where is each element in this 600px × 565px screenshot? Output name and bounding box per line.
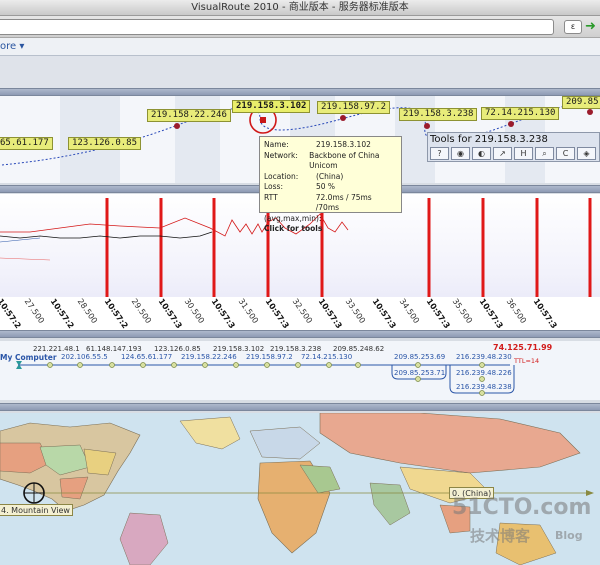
watermark-blog: Blog xyxy=(555,529,583,542)
hop-label-selected[interactable]: 219.158.3.102 xyxy=(232,100,311,113)
search-tool-icon[interactable]: ⌕ xyxy=(535,147,554,160)
hop-label[interactable]: 219.158.22.246 xyxy=(147,109,231,122)
path-section-header[interactable] xyxy=(0,330,600,338)
mini-select[interactable]: ε xyxy=(564,20,582,34)
ttl-badge: TTL=14 xyxy=(514,357,540,365)
tooltip-key: Location: xyxy=(264,171,299,181)
path-ip[interactable]: 219.158.3.238 xyxy=(270,345,321,353)
time-tick-label: 10:57:3 xyxy=(370,297,398,331)
network-tool-icon[interactable]: ◐ xyxy=(472,147,491,160)
tooltip-value: 50 % xyxy=(316,182,336,191)
map-source-label[interactable]: 4. Mountain View xyxy=(0,504,73,516)
watermark-site: 51CTO.com xyxy=(452,495,592,520)
hop-tooltip: Name: 219.158.3.102 Network: Backbone of C… xyxy=(259,136,402,233)
path-ip[interactable]: 216.239.48.230 xyxy=(456,353,512,361)
menubar: ore ▾ xyxy=(0,38,600,56)
map-section-header[interactable] xyxy=(0,403,600,411)
tools-panel: Tools for 219.158.3.238 ? ◉ ◐ ↗ H ⌕ C ◈ xyxy=(427,132,600,162)
path-ip[interactable]: 209.85.253.71 xyxy=(394,369,445,377)
hop-label[interactable]: 123.126.0.85 xyxy=(68,137,142,150)
tooltip-value: (China) xyxy=(316,171,344,181)
address-input[interactable] xyxy=(0,19,554,35)
time-tick-label: 10:57:3 xyxy=(424,297,452,331)
time-tick-label: 36.500 xyxy=(504,297,529,326)
target-ip[interactable]: 74.125.71.99 xyxy=(493,343,552,352)
go-arrow-icon[interactable]: ➜ xyxy=(585,20,600,34)
path-ip[interactable]: 219.158.22.246 xyxy=(181,353,237,361)
world-map[interactable]: 4. Mountain View 0. (China) 51CTO.com 技术… xyxy=(0,413,600,565)
empty-band xyxy=(0,56,600,88)
copy-tool-icon[interactable]: C xyxy=(556,147,575,160)
time-tick-label: 31.500 xyxy=(236,297,261,326)
globe-tool-icon[interactable]: ◉ xyxy=(451,147,470,160)
time-tick-label: 35.500 xyxy=(451,297,475,326)
window-title: VisualRoute 2010 - 商业版本 - 服务器标准版本 xyxy=(0,0,600,16)
path-ip[interactable]: 221.221.48.1 xyxy=(33,345,80,353)
route-section-header[interactable] xyxy=(0,88,600,96)
path-ip[interactable]: 216.239.48.226 xyxy=(456,369,512,377)
my-computer-label[interactable]: My Computer xyxy=(0,353,57,362)
time-tick-label: 10:57:3 xyxy=(263,297,291,331)
tooltip-value: Backbone of China Unicom xyxy=(309,150,380,171)
path-ip[interactable]: 72.14.215.130 xyxy=(301,353,352,361)
hop-label[interactable]: 65.61.177 xyxy=(0,137,53,150)
tools-buttons: ? ◉ ◐ ↗ H ⌕ C ◈ xyxy=(428,146,599,161)
tooltip-link[interactable]: Click for tools xyxy=(264,224,397,235)
time-tick-label: 33.500 xyxy=(343,297,368,326)
path-panel: My Computer 221.221.48.1 61.148.147.193 … xyxy=(0,341,600,400)
time-tick-label: 10:57:3 xyxy=(209,297,237,331)
time-tick-label: 29.500 xyxy=(129,297,153,326)
more-menu-label: ore xyxy=(0,41,17,52)
tooltip-key: Loss: xyxy=(264,182,283,191)
hop-label[interactable]: 219.158.3.238 xyxy=(399,108,478,121)
time-tick-label: 34.500 xyxy=(397,297,421,326)
path-ip[interactable]: 202.106.55.5 xyxy=(61,353,108,361)
time-tick-label: 10:57:3 xyxy=(156,297,184,331)
selected-hop-marker xyxy=(260,117,266,123)
tools-title: Tools for 219.158.3.238 xyxy=(430,134,548,145)
more-menu[interactable]: ore ▾ xyxy=(0,41,24,52)
path-ip[interactable]: 209.85.248.62 xyxy=(333,345,384,353)
watermark-sub: 技术博客 xyxy=(470,527,531,545)
time-tick-label: 10:57:2 xyxy=(0,297,23,331)
tooltip-key: Network: xyxy=(264,150,298,160)
tooltip-value: 72.0ms / 75ms /70ms xyxy=(315,192,372,213)
chevron-down-icon: ▾ xyxy=(19,41,25,52)
path-ip[interactable]: 61.148.147.193 xyxy=(86,345,142,353)
time-tick-label: 10:57:3 xyxy=(317,297,345,331)
tooltip-value: 219.158.3.102 xyxy=(316,140,371,149)
path-ip[interactable]: 219.158.3.102 xyxy=(213,345,264,353)
path-ip[interactable]: 209.85.253.69 xyxy=(394,353,445,361)
time-tick-label: 10:57:3 xyxy=(477,297,505,331)
time-tick-label: 30.500 xyxy=(183,297,207,326)
tooltip-key: Name: xyxy=(264,140,289,149)
help-tool-icon[interactable]: ? xyxy=(430,147,449,160)
path-ip[interactable]: 219.158.97.2 xyxy=(246,353,293,361)
hop-label[interactable]: 209.85.24 xyxy=(562,96,600,109)
time-tick-label: 27.500 xyxy=(22,297,46,326)
time-tick-label: 10:57:3 xyxy=(531,297,559,331)
time-tick-label: 28.500 xyxy=(75,297,100,326)
whois-tool-icon[interactable]: H xyxy=(514,147,533,160)
time-tick-label: 32.500 xyxy=(290,297,314,326)
map-tool-icon[interactable]: ◈ xyxy=(577,147,596,160)
path-ip[interactable]: 216.239.48.238 xyxy=(456,383,512,391)
time-tick-label: 10:57:2 xyxy=(102,297,130,331)
path-ip[interactable]: 124.65.61.177 xyxy=(121,353,172,361)
time-tick-label: 10:57:2 xyxy=(49,297,77,331)
tooltip-note: (avg,max,min): xyxy=(264,213,322,223)
hop-label[interactable]: 72.14.215.130 xyxy=(481,107,560,120)
hop-label[interactable]: 219.158.97.2 xyxy=(317,101,391,114)
route-tool-icon[interactable]: ↗ xyxy=(493,147,512,160)
tooltip-key: RTT xyxy=(264,192,278,202)
toolbar: ε ➜ xyxy=(0,16,600,38)
time-axis: 26.50010:57:227.50010:57:228.50010:57:22… xyxy=(0,297,600,330)
path-ip[interactable]: 123.126.0.85 xyxy=(154,345,201,353)
